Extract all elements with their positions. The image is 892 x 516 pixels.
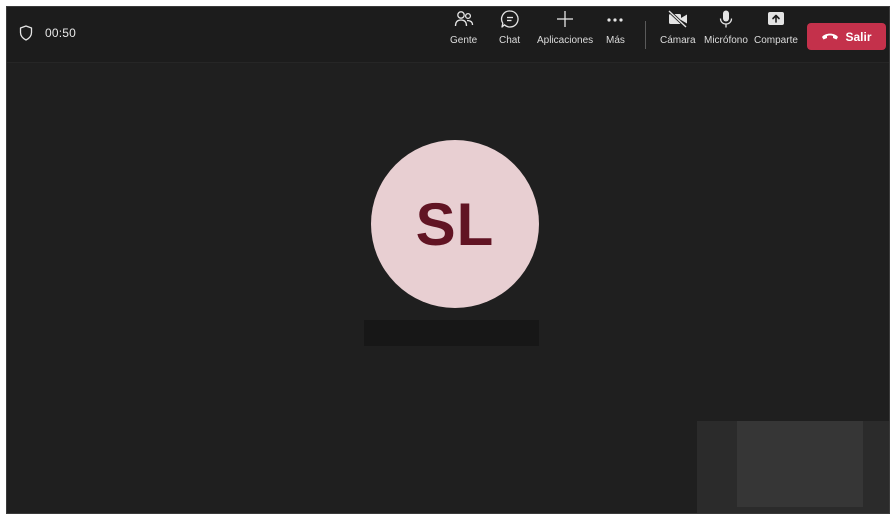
share-label: Comparte [754,35,798,46]
apps-button[interactable]: Aplicaciones [537,7,593,46]
microphone-button[interactable]: Micrófono [704,7,748,46]
more-icon [606,7,624,31]
people-label: Gente [450,35,478,46]
microphone-label: Micrófono [704,35,748,46]
chat-label: Chat [499,35,521,46]
meeting-window: 00:50 Gente Chat Aplicaciones Más Cámara… [6,6,890,514]
apps-label: Aplicaciones [537,35,594,46]
participant-avatar: SL [371,140,539,308]
people-button[interactable]: Gente [450,7,477,46]
share-button[interactable]: Comparte [754,7,798,46]
microphone-icon [718,7,734,31]
chat-button[interactable]: Chat [499,7,520,46]
participant-name-plate [364,320,539,346]
chat-icon [500,7,520,31]
self-view-video[interactable] [737,421,863,507]
camera-off-icon [667,7,689,31]
participant-initials: SL [415,190,495,258]
share-icon [766,7,786,31]
more-label: Más [606,35,625,46]
camera-button[interactable]: Cámara [660,7,696,46]
phone-hangup-icon [821,30,839,44]
plus-icon [555,7,575,31]
meeting-top-bar: 00:50 Gente Chat Aplicaciones Más Cámara… [7,7,889,63]
shield-icon [19,25,33,41]
call-timer: 00:50 [45,26,77,40]
toolbar-divider [645,21,646,49]
leave-button[interactable]: Salir [807,23,886,50]
camera-label: Cámara [660,35,696,46]
call-status: 00:50 [19,25,76,41]
leave-label: Salir [845,29,872,44]
more-button[interactable]: Más [606,7,625,46]
people-icon [454,7,474,31]
